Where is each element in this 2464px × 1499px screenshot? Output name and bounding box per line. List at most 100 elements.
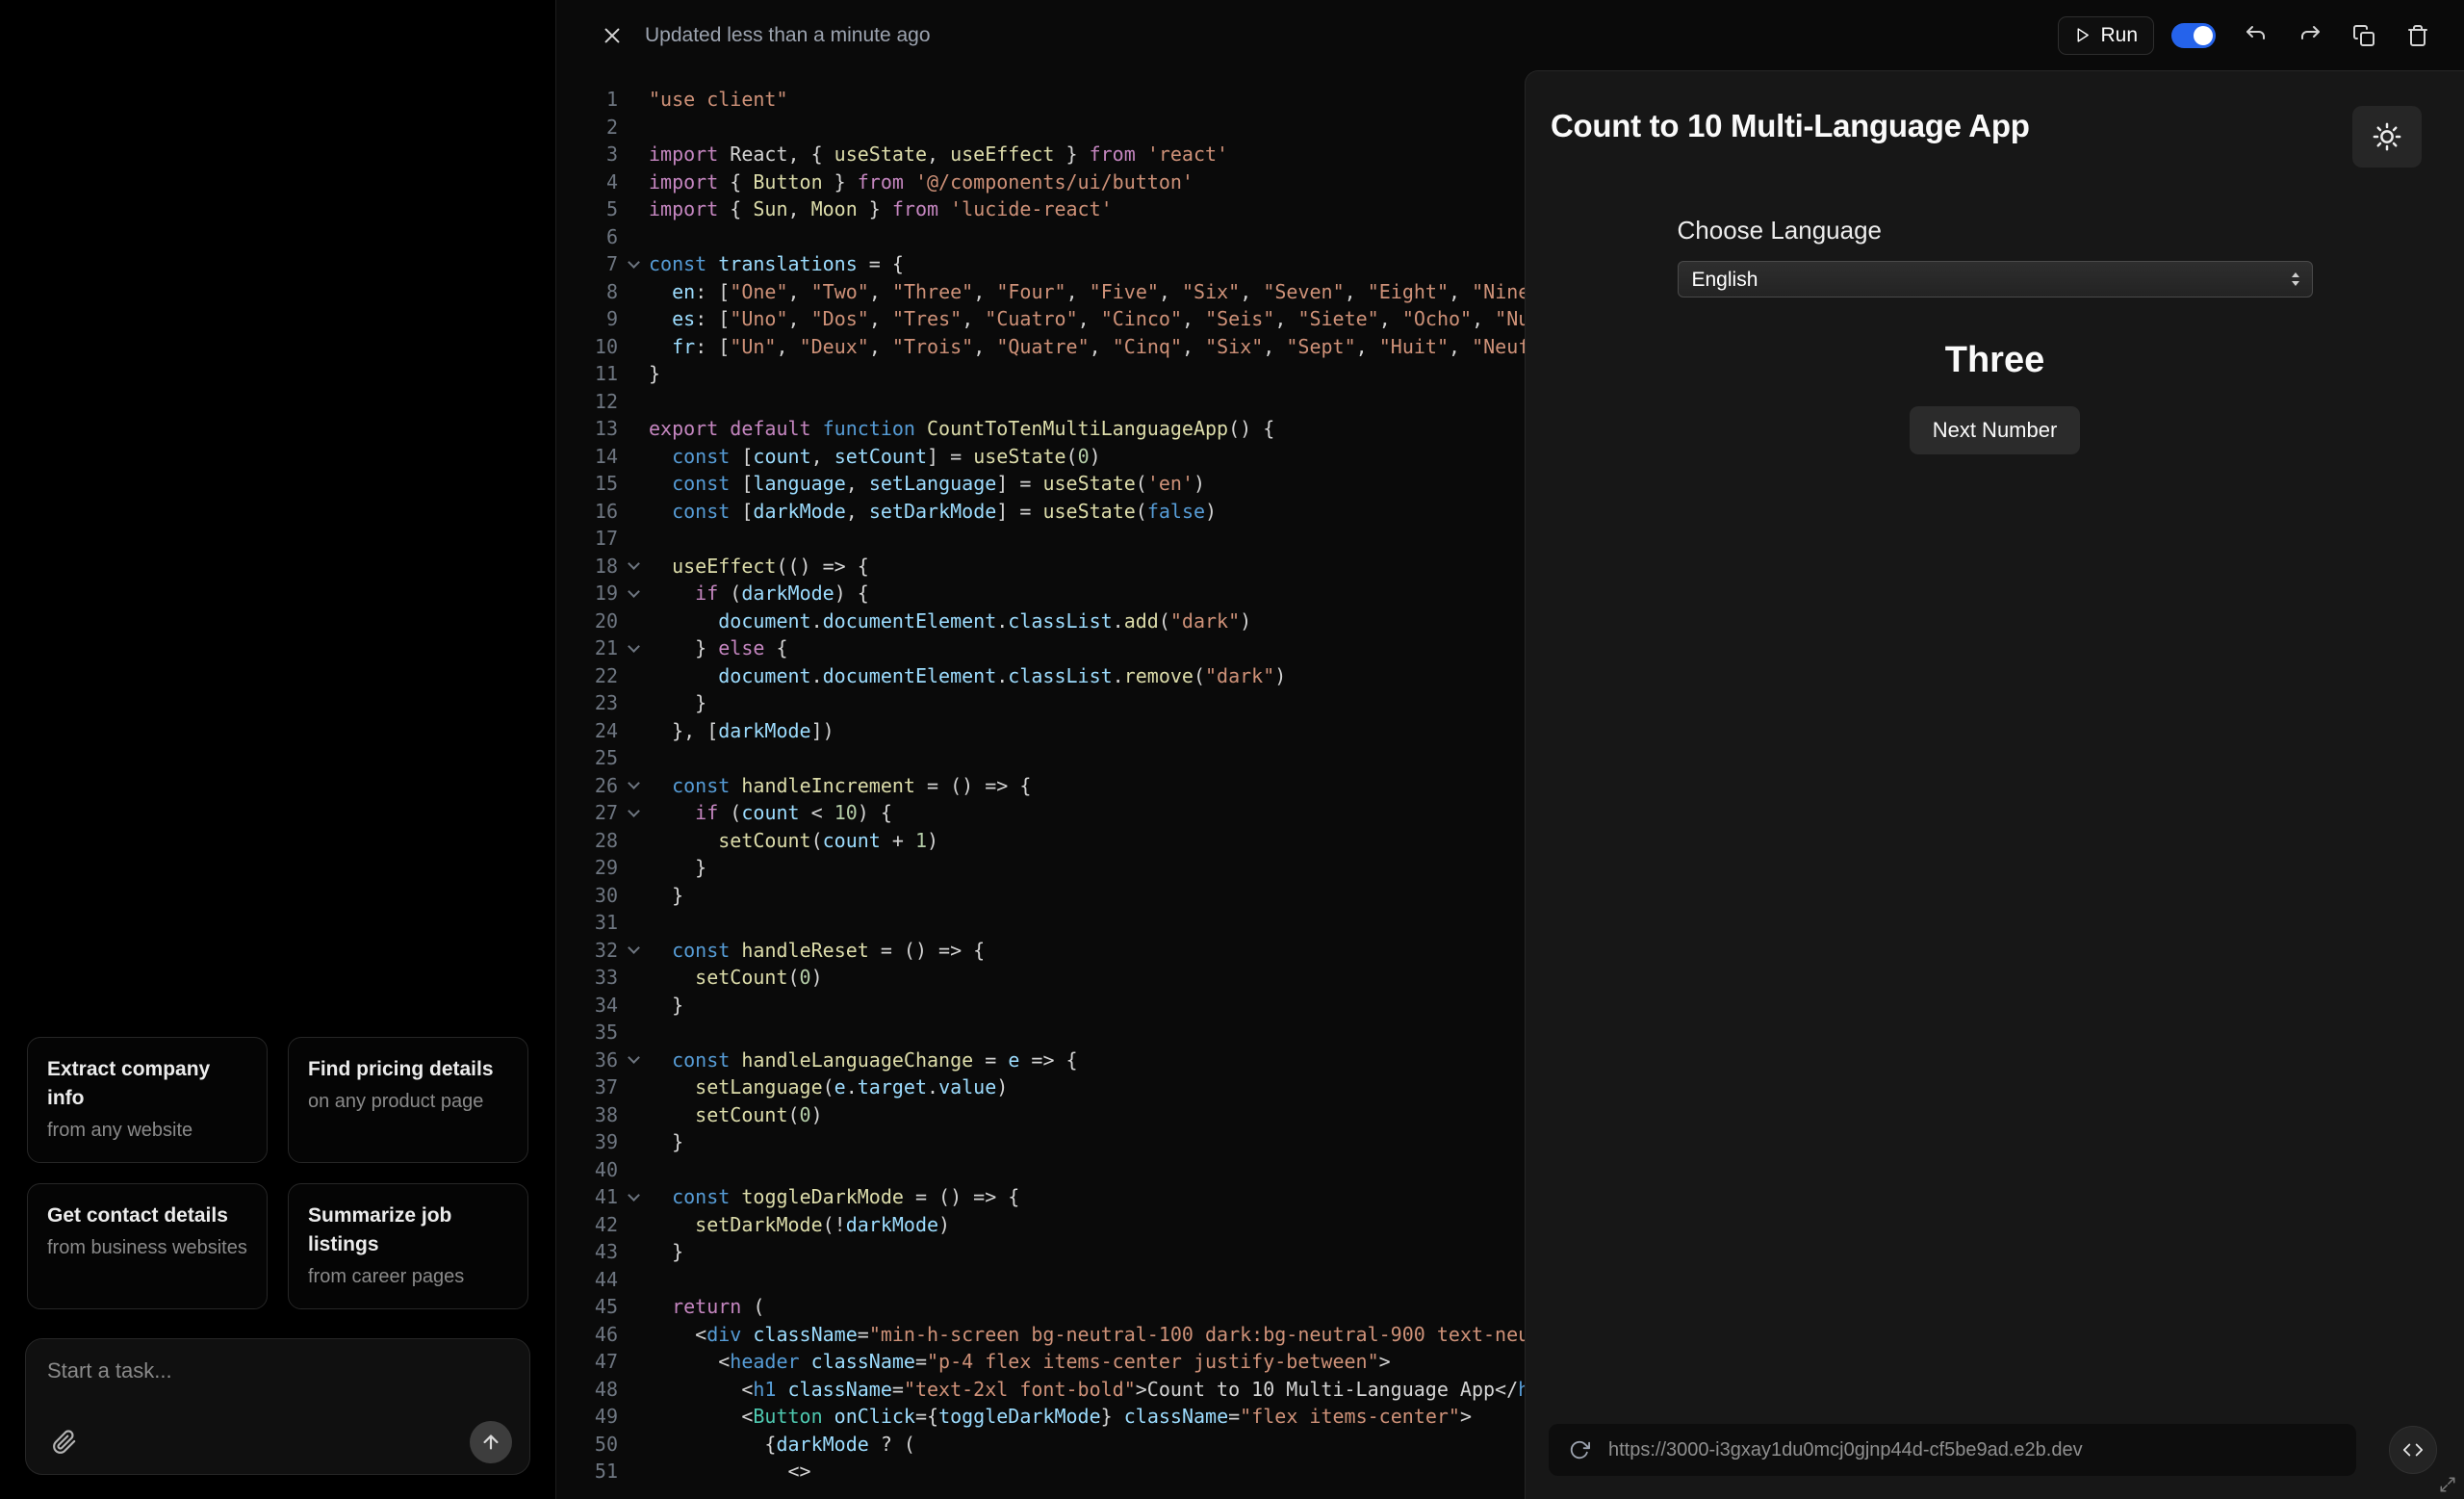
line-number: 46 [572,1321,618,1349]
line-number: 12 [572,388,618,416]
arrow-up-icon [480,1432,501,1453]
code-line-text: const [darkMode, setDarkMode] = useState… [649,498,1217,526]
fold-gutter [618,1348,649,1376]
line-number: 24 [572,717,618,745]
fold-gutter [618,1073,649,1101]
line-number: 26 [572,772,618,800]
suggestion-card-get-contacts[interactable]: Get contact details from business websit… [27,1183,268,1309]
attach-file-button[interactable] [43,1421,86,1463]
code-line-text: import { Sun, Moon } from 'lucide-react' [649,195,1113,223]
close-editor-button[interactable] [591,14,633,57]
refresh-button[interactable] [1564,1434,1595,1465]
line-number: 36 [572,1047,618,1074]
delete-button[interactable] [2397,14,2439,57]
fold-gutter [618,854,649,882]
line-number: 50 [572,1431,618,1459]
line-number: 18 [572,553,618,581]
close-icon [602,25,623,46]
line-number: 42 [572,1211,618,1239]
line-number: 29 [572,854,618,882]
line-number: 2 [572,114,618,142]
next-number-button[interactable]: Next Number [1910,406,2081,454]
code-line-text: fr: ["Un", "Deux", "Trois", "Quatre", "C… [649,333,1646,361]
line-number: 47 [572,1348,618,1376]
fold-gutter [618,195,649,223]
view-code-button[interactable] [2389,1426,2437,1474]
suggestion-card-extract-company-info[interactable]: Extract company info from any website [27,1037,268,1163]
fold-gutter [618,992,649,1020]
line-number: 45 [572,1293,618,1321]
line-number: 49 [572,1403,618,1431]
suggestion-subtitle: from business websites [47,1234,247,1262]
fold-toggle[interactable] [618,799,649,827]
fold-gutter [618,1458,649,1486]
preview-url[interactable]: https://3000-i3gxay1du0mcj0gjnp44d-cf5be… [1608,1439,2083,1461]
fold-toggle[interactable] [618,553,649,581]
fold-toggle[interactable] [618,250,649,278]
fold-gutter [618,1019,649,1047]
fold-toggle[interactable] [618,1183,649,1211]
code-line-text: import React, { useState, useEffect } fr… [649,141,1228,168]
fold-gutter [618,744,649,772]
line-number: 3 [572,141,618,168]
code-line-text: } [649,1238,683,1266]
fold-toggle[interactable] [618,1047,649,1074]
trash-icon [2406,24,2429,47]
expand-icon [2439,1476,2456,1493]
fold-gutter [618,415,649,443]
line-number: 21 [572,634,618,662]
code-line-text: } [649,1128,683,1156]
editor-actions [2235,14,2439,57]
fold-gutter [618,1431,649,1459]
run-button[interactable]: Run [2058,16,2154,55]
code-line-text: <> [649,1458,811,1486]
fold-gutter [618,525,649,553]
task-input[interactable] [26,1339,529,1409]
suggestion-card-summarize-jobs[interactable]: Summarize job listings from career pages [288,1183,528,1309]
fold-gutter [618,223,649,251]
line-number: 40 [572,1156,618,1184]
suggestion-card-find-pricing[interactable]: Find pricing details on any product page [288,1037,528,1163]
code-line-text: <header className="p-4 flex items-center… [649,1348,1391,1376]
line-number: 23 [572,689,618,717]
undo-button[interactable] [2235,14,2277,57]
fold-gutter [618,827,649,855]
code-line-text: if (darkMode) { [649,580,869,607]
dark-mode-toggle-button[interactable] [2352,106,2422,168]
fold-gutter [618,1266,649,1294]
fold-gutter [618,114,649,142]
expand-preview-button[interactable] [2435,1472,2460,1497]
line-number: 33 [572,964,618,992]
line-number: 16 [572,498,618,526]
fold-gutter [618,1238,649,1266]
fold-toggle[interactable] [618,772,649,800]
fold-gutter [618,1403,649,1431]
code-line-text: <Button onClick={toggleDarkMode} classNa… [649,1403,1472,1431]
copy-button[interactable] [2343,14,2385,57]
suggestion-subtitle: from career pages [308,1263,508,1291]
code-line-text: } [649,992,683,1020]
redo-button[interactable] [2289,14,2331,57]
fold-toggle[interactable] [618,937,649,965]
fold-gutter [618,717,649,745]
chevron-down-icon [628,942,640,954]
language-select[interactable]: English [1678,261,2313,297]
code-line-text: document.documentElement.classList.add("… [649,607,1251,635]
fold-toggle[interactable] [618,634,649,662]
code-line-text: setLanguage(e.target.value) [649,1073,1008,1101]
suggestion-title: Find pricing details [308,1055,508,1084]
count-word: Three [1678,340,2313,381]
code-line-text: } [649,689,706,717]
fold-gutter [618,662,649,690]
fold-gutter [618,498,649,526]
line-number: 17 [572,525,618,553]
send-task-button[interactable] [470,1421,512,1463]
code-line-text: <h1 className="text-2xl font-bold">Count… [649,1376,1553,1404]
code-line-text: setCount(count + 1) [649,827,938,855]
chat-sidebar: Extract company info from any website Fi… [0,0,556,1499]
fold-toggle[interactable] [618,580,649,607]
line-number: 44 [572,1266,618,1294]
fold-gutter [618,1321,649,1349]
preview-toggle[interactable] [2171,23,2216,48]
line-number: 37 [572,1073,618,1101]
